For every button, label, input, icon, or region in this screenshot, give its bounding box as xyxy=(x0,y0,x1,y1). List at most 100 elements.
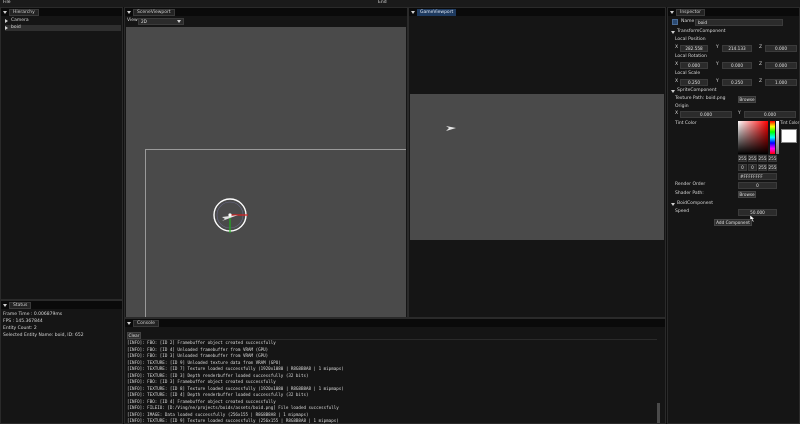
menu-end[interactable]: End xyxy=(378,0,387,6)
hex-field[interactable]: #FFFFFFFF xyxy=(738,173,777,180)
view-dropdown-value: 2D xyxy=(141,19,147,24)
boid-header-label: BoidComponent xyxy=(677,201,714,206)
game-title-bar: GameViewport xyxy=(409,8,665,16)
menu-bar: File End xyxy=(0,0,800,7)
inspector-title-bar: Inspector xyxy=(668,8,799,16)
tab-console[interactable]: Console xyxy=(133,319,159,327)
collapse-icon xyxy=(671,89,675,93)
status-panel: Status Frame Time : 0.006879ms FPS : 145… xyxy=(0,300,123,424)
origin-x-field[interactable]: 0.000 xyxy=(680,111,732,118)
collapse-icon[interactable] xyxy=(3,303,7,307)
scale-x-field[interactable]: 0.250 xyxy=(680,79,708,86)
expand-arrow-icon[interactable] xyxy=(5,19,8,23)
hsv-s-field[interactable]: 0 xyxy=(748,164,757,171)
console-log[interactable]: [INFO]: FBO: [ID 2] Framebuffer object c… xyxy=(127,339,657,423)
add-component-button[interactable]: Add Component xyxy=(714,219,752,226)
entity-active-checkbox[interactable] xyxy=(672,19,678,25)
fps: FPS : 145.367844 xyxy=(3,319,43,324)
texture-browse-button[interactable]: Browse xyxy=(738,96,756,103)
collapse-icon xyxy=(671,202,675,206)
tab-inspector[interactable]: Inspector xyxy=(676,8,705,16)
tab-hierarchy[interactable]: Hierarchy xyxy=(9,8,39,16)
clear-button[interactable]: Clear xyxy=(127,332,141,339)
boid-header[interactable]: BoidComponent xyxy=(671,201,713,207)
scene-canvas[interactable] xyxy=(126,27,406,317)
transform-header-label: TransformComponent xyxy=(677,29,726,34)
hsv-h-field[interactable]: 0 xyxy=(738,164,747,171)
entity-count: Entity Count: 2 xyxy=(3,326,37,331)
origin-x-label: X xyxy=(675,111,679,116)
shader-browse-button[interactable]: Browse xyxy=(738,191,756,198)
origin-y-field[interactable]: 0.000 xyxy=(744,111,796,118)
rgba-g-field[interactable]: 255 xyxy=(748,155,757,162)
scene-title-bar: SceneViewport xyxy=(125,8,407,16)
inspector-panel: Inspector Name boid TransformComponent L… xyxy=(667,7,800,424)
color-picker-alpha-bar[interactable] xyxy=(776,121,779,154)
pos-z-label: Z xyxy=(759,45,763,50)
color-picker-sv-square[interactable] xyxy=(738,121,768,154)
sprite-header[interactable]: SpriteComponent xyxy=(671,88,716,94)
selected-entity: Selected Entity Name: boid, ID: 652 xyxy=(3,333,84,338)
local-scale-label: Local Scale xyxy=(675,71,701,76)
origin-y-label: Y xyxy=(738,111,741,116)
rot-x-label: X xyxy=(675,62,679,67)
expand-arrow-icon[interactable] xyxy=(5,26,8,30)
tint-color-swatch[interactable] xyxy=(781,129,797,143)
origin-label: Origin xyxy=(675,104,689,109)
hierarchy-item-camera[interactable]: Camera xyxy=(5,18,121,24)
tab-game-viewport[interactable]: GameViewport xyxy=(417,8,457,16)
view-dropdown[interactable]: 2D xyxy=(138,18,184,25)
pos-x-label: X xyxy=(675,45,679,50)
scale-z-field[interactable]: 1.000 xyxy=(765,79,797,86)
console-panel: Console Clear [INFO]: FBO: [ID 2] Frameb… xyxy=(124,318,666,424)
speed-label: Speed xyxy=(675,209,690,214)
hierarchy-item-boid[interactable]: boid xyxy=(5,25,121,31)
transform-header[interactable]: TransformComponent xyxy=(671,29,726,35)
shader-path-label: Shader Path: xyxy=(675,191,704,196)
collapse-icon[interactable] xyxy=(127,321,131,325)
console-lines: [INFO]: FBO: [ID 2] Framebuffer object c… xyxy=(127,340,657,423)
sprite-header-label: SpriteComponent xyxy=(677,88,717,93)
pos-x-field[interactable]: 282.558 xyxy=(680,45,708,52)
hierarchy-panel: Hierarchy Camera boid xyxy=(0,7,123,300)
collapse-icon[interactable] xyxy=(411,10,415,14)
rot-z-field[interactable]: 0.000 xyxy=(765,62,797,69)
view-label: View xyxy=(127,18,138,23)
collapse-icon[interactable] xyxy=(670,10,674,14)
collapse-icon[interactable] xyxy=(127,10,131,14)
camera-bounds xyxy=(145,149,406,317)
collapse-icon[interactable] xyxy=(3,10,7,14)
render-order-field[interactable]: 0 xyxy=(738,182,777,189)
texture-path: Texture Path: boid.png xyxy=(675,96,726,101)
pos-y-label: Y xyxy=(716,45,719,50)
local-position-label: Local Position xyxy=(675,37,706,42)
pivot-dot xyxy=(228,213,232,217)
hsv-a-field[interactable]: 255 xyxy=(768,164,777,171)
hsv-v-field[interactable]: 255 xyxy=(758,164,767,171)
scale-y-field[interactable]: 0.250 xyxy=(722,79,752,86)
rot-y-field[interactable]: 0.000 xyxy=(722,62,752,69)
game-viewport-panel: GameViewport xyxy=(408,7,666,318)
game-canvas[interactable] xyxy=(410,94,664,240)
console-scrollbar[interactable] xyxy=(657,403,660,423)
collapse-icon xyxy=(671,30,675,34)
name-input[interactable]: boid xyxy=(695,19,783,26)
console-title-bar: Console xyxy=(125,319,665,327)
pos-y-field[interactable]: 214.133 xyxy=(722,45,752,52)
rgba-b-field[interactable]: 255 xyxy=(758,155,767,162)
color-picker-hue-bar[interactable] xyxy=(770,121,775,154)
name-label: Name xyxy=(681,19,695,24)
tab-scene-viewport[interactable]: SceneViewport xyxy=(133,8,175,16)
speed-field[interactable]: 50.000 xyxy=(738,209,777,216)
rgba-a-field[interactable]: 255 xyxy=(768,155,777,162)
rot-x-field[interactable]: 0.000 xyxy=(680,62,708,69)
tint-popup-label: Tint Color xyxy=(780,120,800,125)
status-title-bar: Status xyxy=(1,301,122,309)
tab-status[interactable]: Status xyxy=(9,301,32,309)
rgba-r-field[interactable]: 255 xyxy=(738,155,747,162)
boid-gizmo[interactable] xyxy=(210,195,250,235)
tint-color-label: Tint Color xyxy=(675,121,697,126)
console-line: [INFO]: TEXTURE: [ID 9] Texture loaded s… xyxy=(127,418,339,423)
menu-file[interactable]: File xyxy=(3,0,11,6)
pos-z-field[interactable]: 0.000 xyxy=(765,45,797,52)
